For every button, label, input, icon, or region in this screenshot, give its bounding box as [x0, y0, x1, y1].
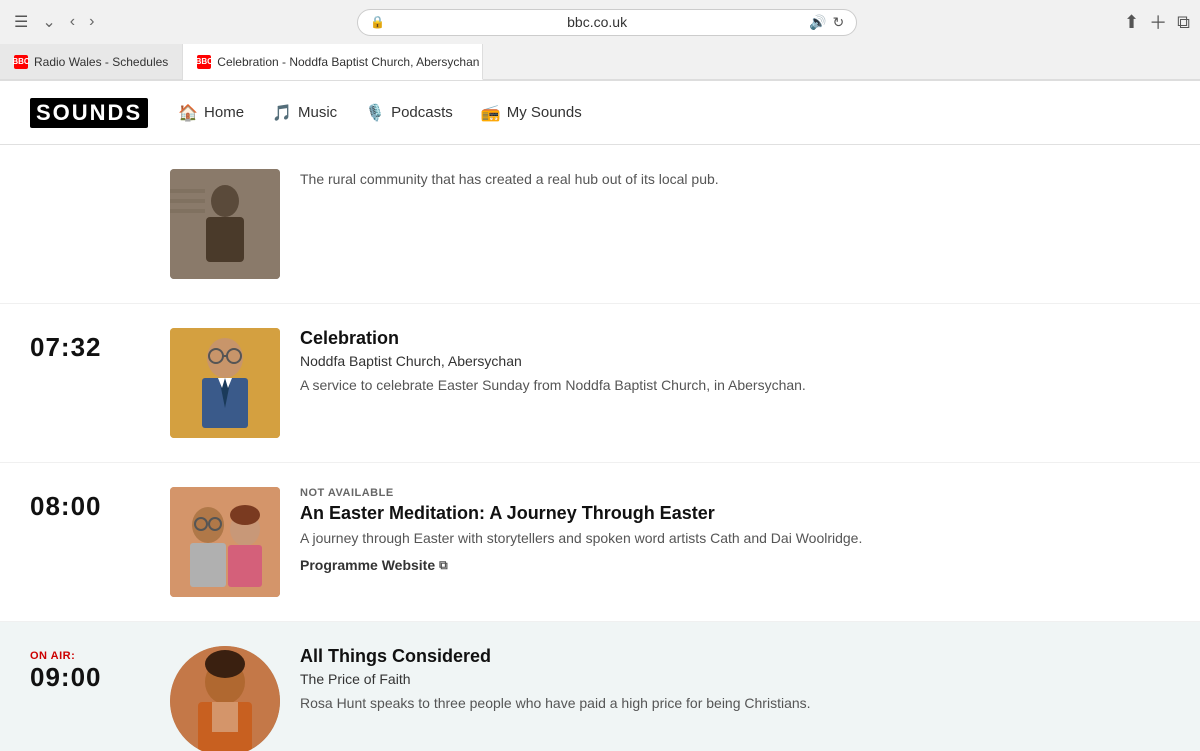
- rural-image: [170, 169, 280, 279]
- tab-favicon-1: BBC: [14, 55, 28, 69]
- back-button[interactable]: ‹: [66, 11, 79, 33]
- nav-home[interactable]: 🏠 Home: [178, 99, 244, 127]
- reload-icon[interactable]: ↻: [832, 14, 844, 31]
- not-available-badge: NOT AVAILABLE: [300, 487, 1170, 499]
- meditation-image: [170, 487, 280, 597]
- nav-my-sounds[interactable]: 📻 My Sounds: [481, 99, 582, 127]
- thumbnail-rural[interactable]: [170, 169, 280, 279]
- tab-label-2: Celebration - Noddfa Baptist Church, Abe…: [217, 55, 483, 69]
- title-allthings[interactable]: All Things Considered: [300, 646, 1170, 667]
- on-air-label: ON AIR:: [30, 650, 150, 662]
- reading-list-button[interactable]: ⧉: [1177, 12, 1190, 33]
- nav-items: 🏠 Home 🎵 Music 🎙️ Podcasts 📻 My Sounds: [178, 99, 582, 127]
- nav-music[interactable]: 🎵 Music: [272, 99, 337, 127]
- allthings-image: [170, 646, 280, 751]
- main-content: The rural community that has created a r…: [0, 145, 1200, 751]
- time-value-celebration: 07:32: [30, 332, 150, 363]
- forward-button[interactable]: ›: [85, 11, 98, 33]
- schedule-item-celebration: 07:32: [0, 304, 1200, 463]
- time-col-allthings: ON AIR: 09:00: [30, 646, 150, 693]
- browser-controls: ☰ ⌄ ‹ ›: [10, 10, 98, 34]
- thumbnail-meditation[interactable]: [170, 487, 280, 597]
- programme-website-label: Programme Website: [300, 557, 435, 573]
- sounds-logo[interactable]: SOUNDS: [30, 98, 148, 128]
- desc-meditation: A journey through Easter with storytelle…: [300, 528, 1170, 549]
- time-col-rural: [30, 169, 150, 173]
- add-bookmark-button[interactable]: ＋: [1149, 9, 1167, 35]
- info-allthings: All Things Considered The Price of Faith…: [300, 646, 1170, 722]
- programme-website-link[interactable]: Programme Website ⧉: [300, 557, 1170, 573]
- subtitle-celebration: Noddfa Baptist Church, Abersychan: [300, 353, 1170, 369]
- schedule-item-rural: The rural community that has created a r…: [0, 145, 1200, 304]
- thumbnail-celebration[interactable]: [170, 328, 280, 438]
- address-bar[interactable]: 🔒 bbc.co.uk 🔊 ↻: [357, 9, 857, 36]
- nav-podcasts[interactable]: 🎙️ Podcasts: [365, 99, 453, 127]
- celebration-image: [170, 328, 280, 438]
- subtitle-allthings: The Price of Faith: [300, 671, 1170, 687]
- chevron-down-button[interactable]: ⌄: [38, 10, 59, 34]
- tab-label-1: Radio Wales - Schedules: [34, 55, 168, 69]
- title-meditation[interactable]: An Easter Meditation: A Journey Through …: [300, 503, 1170, 524]
- home-icon: 🏠: [178, 103, 198, 123]
- info-rural: The rural community that has created a r…: [300, 169, 1170, 198]
- nav-podcasts-label: Podcasts: [391, 104, 453, 121]
- time-col-celebration: 07:32: [30, 328, 150, 363]
- sounds-nav: SOUNDS 🏠 Home 🎵 Music 🎙️ Podcasts 📻 My S…: [0, 81, 1200, 145]
- title-celebration[interactable]: Celebration: [300, 328, 1170, 349]
- nav-music-label: Music: [298, 104, 337, 121]
- volume-icon: 🔊: [809, 14, 826, 31]
- info-meditation: NOT AVAILABLE An Easter Meditation: A Jo…: [300, 487, 1170, 573]
- tab-favicon-2: BBC: [197, 55, 211, 69]
- tab-bar: BBC Radio Wales - Schedules BBC Celebrat…: [0, 44, 1200, 80]
- external-link-icon: ⧉: [439, 558, 448, 573]
- podcasts-icon: 🎙️: [365, 103, 385, 123]
- time-value-meditation: 08:00: [30, 491, 150, 522]
- tab-celebration[interactable]: BBC Celebration - Noddfa Baptist Church,…: [183, 44, 483, 80]
- share-button[interactable]: ⬆: [1124, 12, 1139, 33]
- schedule-item-allthings: ON AIR: 09:00: [0, 622, 1200, 751]
- browser-chrome: ☰ ⌄ ‹ › 🔒 bbc.co.uk 🔊 ↻ ⬆ ＋ ⧉ BBC Radio …: [0, 0, 1200, 81]
- lock-icon: 🔒: [370, 15, 385, 29]
- tab-radio-wales[interactable]: BBC Radio Wales - Schedules: [0, 44, 183, 79]
- schedule-item-meditation: 08:00: [0, 463, 1200, 622]
- music-icon: 🎵: [272, 103, 292, 123]
- nav-home-label: Home: [204, 104, 244, 121]
- thumbnail-allthings[interactable]: [170, 646, 280, 751]
- address-text: bbc.co.uk: [391, 14, 803, 30]
- my-sounds-icon: 📻: [481, 103, 501, 123]
- desc-celebration: A service to celebrate Easter Sunday fro…: [300, 375, 1170, 396]
- desc-rural: The rural community that has created a r…: [300, 169, 1170, 190]
- sidebar-toggle-button[interactable]: ☰: [10, 10, 32, 34]
- desc-allthings: Rosa Hunt speaks to three people who hav…: [300, 693, 1170, 714]
- info-celebration: Celebration Noddfa Baptist Church, Abers…: [300, 328, 1170, 404]
- time-col-meditation: 08:00: [30, 487, 150, 522]
- browser-toolbar: ☰ ⌄ ‹ › 🔒 bbc.co.uk 🔊 ↻ ⬆ ＋ ⧉: [0, 0, 1200, 44]
- schedule-container: The rural community that has created a r…: [0, 145, 1200, 751]
- time-value-allthings: 09:00: [30, 662, 150, 693]
- nav-my-sounds-label: My Sounds: [507, 104, 582, 121]
- browser-actions: ⬆ ＋ ⧉: [1124, 9, 1190, 35]
